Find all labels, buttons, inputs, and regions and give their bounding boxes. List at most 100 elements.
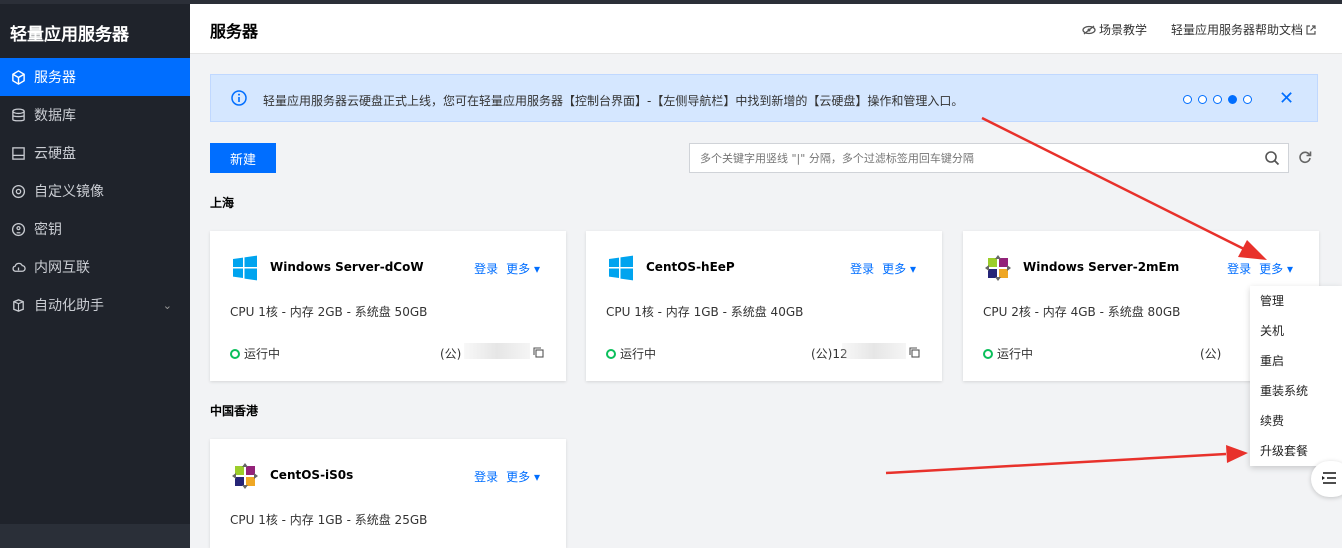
more-label: 更多 [506,262,531,276]
header-links: 场景教学 轻量应用服务器帮助文档 [1082,21,1316,38]
sidebar-item-label: 自定义镜像 [34,184,104,200]
carousel-dot[interactable] [1213,95,1222,104]
sidebar-footer [0,524,190,548]
public-ip: (公) [1200,347,1222,361]
windows-logo-icon [233,255,257,281]
caret-down-icon: ▾ [533,262,540,276]
page-title: 服务器 [210,22,259,41]
more-dropdown[interactable]: 更多 ▾ [506,468,540,485]
menu-item-restart[interactable]: 重启 [1250,346,1342,376]
server-name[interactable]: CentOS-hEeP [646,260,735,274]
menu-item-reinstall[interactable]: 重装系统 [1250,376,1342,406]
refresh-icon[interactable] [1298,150,1312,164]
menu-item-renew[interactable]: 续费 [1250,406,1342,436]
info-icon [231,90,247,106]
public-ip: (公) [440,347,462,361]
image-icon [10,183,26,199]
announcement-banner: 轻量应用服务器云硬盘正式上线，您可在轻量应用服务器【控制台界面】-【左侧导航栏】… [210,74,1318,122]
caret-down-icon: ▾ [533,470,540,484]
caret-down-icon: ▾ [1286,262,1293,276]
server-name[interactable]: Windows Server-2mEm [1023,260,1179,274]
server-spec: CPU 2核 - 内存 4GB - 系统盘 80GB [983,305,1181,319]
new-server-button[interactable]: 新建 [210,143,276,173]
windows-logo-icon [609,255,633,281]
more-dropdown[interactable]: 更多 ▾ [1259,260,1293,277]
more-label: 更多 [506,470,531,484]
search-box [689,143,1289,173]
running-status-icon [983,348,993,359]
more-dropdown[interactable]: 更多 ▾ [506,260,540,277]
login-link[interactable]: 登录 [1227,260,1251,277]
more-dropdown-menu: 管理 关机 重启 重装系统 续费 升级套餐 [1250,286,1342,466]
login-link[interactable]: 登录 [850,260,874,277]
region-title: 中国香港 [210,404,259,418]
status-badge: 运行中 [606,345,656,362]
running-status-icon [230,348,240,359]
region-title: 上海 [210,196,235,210]
login-link[interactable]: 登录 [474,260,498,277]
sidebar-item-database[interactable]: 数据库 [0,96,190,134]
help-doc-link[interactable]: 轻量应用服务器帮助文档 [1171,21,1316,38]
more-label: 更多 [1259,262,1284,276]
more-label: 更多 [882,262,907,276]
robot-icon [10,297,26,313]
more-dropdown[interactable]: 更多 ▾ [882,260,916,277]
centos-logo-icon [985,255,1011,281]
copy-icon[interactable] [909,347,920,358]
menu-item-manage[interactable]: 管理 [1250,286,1342,316]
server-spec: CPU 1核 - 内存 2GB - 系统盘 50GB [230,305,428,319]
carousel-dot[interactable] [1183,95,1192,104]
brand-title: 轻量应用服务器 [10,25,129,45]
tutorial-link-label: 场景教学 [1098,23,1147,37]
tutorial-link[interactable]: 场景教学 [1082,21,1147,38]
search-icon[interactable] [1264,150,1280,166]
carousel-dot[interactable] [1243,95,1252,104]
sidebar-item-automation[interactable]: 自动化助手 ⌄ [0,286,190,324]
sidebar-item-label: 服务器 [34,70,76,86]
close-icon[interactable]: ✕ [1279,88,1294,109]
server-card[interactable]: Windows Server-dCoW 登录 更多 ▾ CPU 1核 - 内存 … [210,231,566,381]
sidebar-item-label: 密钥 [34,222,62,238]
key-icon [10,221,26,237]
card-actions: 登录 更多 ▾ [850,260,916,277]
copy-icon[interactable] [533,347,544,358]
carousel-dot[interactable] [1198,95,1207,104]
cube-icon [10,69,26,85]
running-status-icon [606,348,616,359]
server-spec: CPU 1核 - 内存 1GB - 系统盘 25GB [230,513,428,527]
search-input[interactable] [690,144,1260,172]
server-spec: CPU 1核 - 内存 1GB - 系统盘 40GB [606,305,804,319]
sidebar-item-label: 数据库 [34,108,76,124]
page-header: 服务器 场景教学 轻量应用服务器帮助文档 [190,4,1342,54]
login-link[interactable]: 登录 [474,468,498,485]
external-link-icon [1306,24,1316,35]
caret-down-icon: ▾ [909,262,916,276]
eye-off-icon [1082,24,1096,35]
list-indent-icon [1322,472,1336,484]
announcement-text: 轻量应用服务器云硬盘正式上线，您可在轻量应用服务器【控制台界面】-【左侧导航栏】… [263,94,964,108]
status-badge: 运行中 [983,345,1033,362]
ip-redaction [842,343,906,359]
server-card[interactable]: CentOS-hEeP 登录 更多 ▾ CPU 1核 - 内存 1GB - 系统… [586,231,942,381]
sidebar-item-label: 自动化助手 [34,298,104,314]
floating-menu-button[interactable] [1311,461,1342,497]
sidebar-item-servers[interactable]: 服务器 [0,58,190,96]
status-text: 运行中 [997,347,1034,361]
annotation-arrow [885,445,1248,475]
sidebar-item-label: 云硬盘 [34,146,76,162]
menu-item-shutdown[interactable]: 关机 [1250,316,1342,346]
server-card[interactable]: CentOS-iS0s 登录 更多 ▾ CPU 1核 - 内存 1GB - 系统… [210,439,566,548]
sidebar-item-intranet[interactable]: 内网互联 [0,248,190,286]
server-name[interactable]: CentOS-iS0s [270,468,353,482]
sidebar-item-disk[interactable]: 云硬盘 [0,134,190,172]
help-doc-link-label: 轻量应用服务器帮助文档 [1170,23,1303,37]
sidebar-item-keys[interactable]: 密钥 [0,210,190,248]
server-name[interactable]: Windows Server-dCoW [270,260,424,274]
sidebar: 轻量应用服务器 服务器 数据库 云硬盘 自定义镜像 密钥 内网互联 自动化助手 … [0,4,190,548]
carousel-dot-active[interactable] [1228,95,1237,104]
status-text: 运行中 [244,347,281,361]
ip-redaction [464,343,530,359]
card-actions: 登录 更多 ▾ [474,468,540,485]
sidebar-item-custom-image[interactable]: 自定义镜像 [0,172,190,210]
carousel-dots [1183,95,1252,104]
